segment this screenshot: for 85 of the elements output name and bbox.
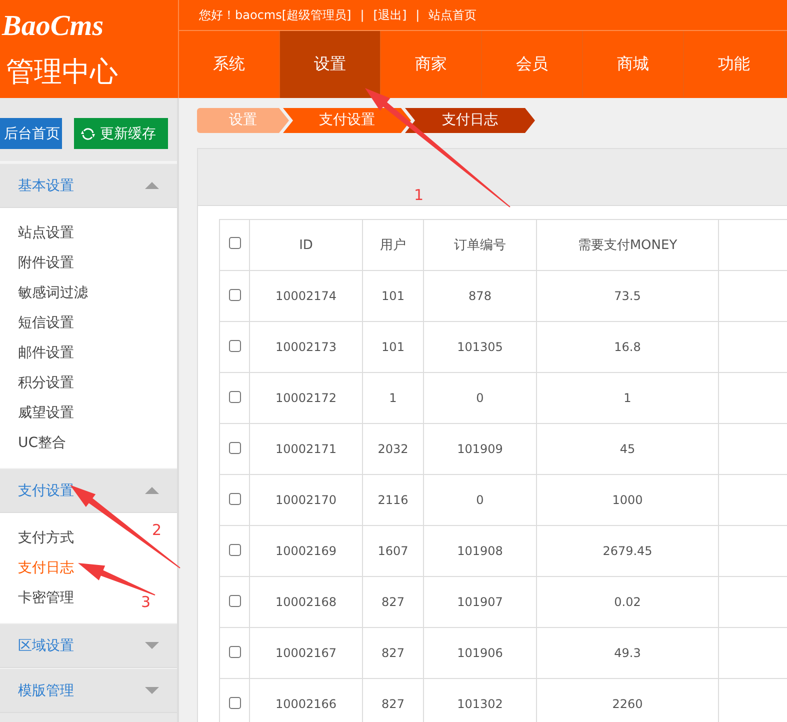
table-cell: 2032 xyxy=(362,424,424,474)
table-cell: 101907 xyxy=(424,576,536,628)
table-cell: 10002169 xyxy=(250,526,362,576)
sidebar-item[interactable]: 积分设置 xyxy=(18,368,74,398)
checkbox[interactable] xyxy=(228,594,240,606)
separator: | xyxy=(360,8,364,22)
table-cell: 1000 xyxy=(536,474,718,526)
checkbox[interactable] xyxy=(228,442,240,454)
checkbox[interactable] xyxy=(228,492,240,504)
breadcrumb-item[interactable]: 支付设置 xyxy=(283,108,411,133)
breadcrumb-item[interactable]: 支付日志 xyxy=(405,108,535,133)
section-header[interactable]: 支付设置 xyxy=(0,468,177,513)
table-cell: 10002170 xyxy=(250,474,362,526)
sidebar-item[interactable]: 附件设置 xyxy=(18,248,74,278)
section-header[interactable]: 区域设置 xyxy=(0,623,177,668)
checkbox[interactable] xyxy=(228,340,240,352)
table-cell: 1607 xyxy=(362,526,424,576)
sidebar-item[interactable]: 支付日志 xyxy=(18,553,74,583)
table-cell: 10002171 xyxy=(250,424,362,474)
greeting-text: 您好！baocms[超级管理员] xyxy=(199,6,352,24)
table-cell: 1 xyxy=(536,372,718,424)
table-cell: 0.02 xyxy=(536,576,718,628)
table-cell: 0 xyxy=(424,372,536,424)
checkbox[interactable] xyxy=(228,288,240,300)
checkbox[interactable] xyxy=(228,646,240,658)
sidebar-item[interactable]: 邮件设置 xyxy=(18,338,74,368)
table-cell: 0 xyxy=(424,474,536,526)
separator: | xyxy=(416,8,420,22)
sidebar-item[interactable]: 支付方式 xyxy=(18,523,74,553)
annotation-number: 1 xyxy=(414,186,424,204)
table-cell: 10002174 xyxy=(250,270,362,322)
header-link[interactable]: 站点首页 xyxy=(428,6,477,24)
table-cell: 101 xyxy=(362,270,424,322)
checkbox[interactable] xyxy=(228,390,240,402)
section-header[interactable]: 模版管理 xyxy=(0,668,177,713)
refresh-cache-button[interactable]: 更新缓存 xyxy=(74,118,168,149)
section-title[interactable]: 模版管理 xyxy=(18,682,74,700)
table-cell: 1 xyxy=(362,372,424,424)
annotation-number: 3 xyxy=(141,593,151,611)
column-header: 需要支付MONEY xyxy=(536,220,718,270)
sidebar-item[interactable]: 敏感词过滤 xyxy=(18,278,88,308)
table-cell: 10002173 xyxy=(250,322,362,372)
sidebar-item[interactable]: UC整合 xyxy=(18,428,66,458)
checkbox[interactable] xyxy=(228,544,240,556)
logo-text: BaoCms xyxy=(2,10,104,42)
section-title[interactable]: 区域设置 xyxy=(18,636,74,654)
section-title[interactable]: 基本设置 xyxy=(18,176,74,194)
table-cell: 101305 xyxy=(424,322,536,372)
table-cell: 827 xyxy=(362,576,424,628)
home-button[interactable]: 后台首页 xyxy=(0,118,62,149)
table-cell: 73.5 xyxy=(536,270,718,322)
table-cell: 101908 xyxy=(424,526,536,576)
sidebar-item[interactable]: 站点设置 xyxy=(18,218,74,248)
table-cell: 10002172 xyxy=(250,372,362,424)
table-cell: 10002168 xyxy=(250,576,362,628)
table-cell: 49.3 xyxy=(536,628,718,678)
table-cell: 2116 xyxy=(362,474,424,526)
breadcrumb-item[interactable]: 设置 xyxy=(197,108,289,133)
site-title: 管理中心 xyxy=(6,56,118,88)
nav-tab[interactable]: 功能 xyxy=(684,31,785,98)
nav-tab[interactable]: 会员 xyxy=(482,31,583,98)
header-link[interactable]: [退出] xyxy=(373,6,407,24)
checkbox[interactable] xyxy=(228,696,240,708)
table-cell: 16.8 xyxy=(536,322,718,372)
column-header: ID xyxy=(250,220,362,270)
refresh-icon xyxy=(80,126,96,142)
sidebar-item[interactable]: 威望设置 xyxy=(18,398,74,428)
table-cell: 101906 xyxy=(424,628,536,678)
section-title[interactable]: 支付设置 xyxy=(18,482,74,500)
table-cell: 10002167 xyxy=(250,628,362,678)
checkbox[interactable] xyxy=(228,237,240,249)
sidebar-item[interactable]: 短信设置 xyxy=(18,308,74,338)
table-cell: 827 xyxy=(362,628,424,678)
section-header[interactable]: 基本设置 xyxy=(0,163,177,208)
table-cell: 45 xyxy=(536,424,718,474)
table-cell: 101909 xyxy=(424,424,536,474)
table-cell: 2679.45 xyxy=(536,526,718,576)
table-cell: 101 xyxy=(362,322,424,372)
nav-tab[interactable]: 商城 xyxy=(583,31,684,98)
column-header: 用户 xyxy=(362,220,424,270)
annotation-number: 2 xyxy=(152,521,162,539)
column-header: 订单编号 xyxy=(424,220,536,270)
table-cell: 878 xyxy=(424,270,536,322)
nav-tab[interactable]: 设置 xyxy=(280,31,381,98)
sidebar-item[interactable]: 卡密管理 xyxy=(18,583,74,613)
